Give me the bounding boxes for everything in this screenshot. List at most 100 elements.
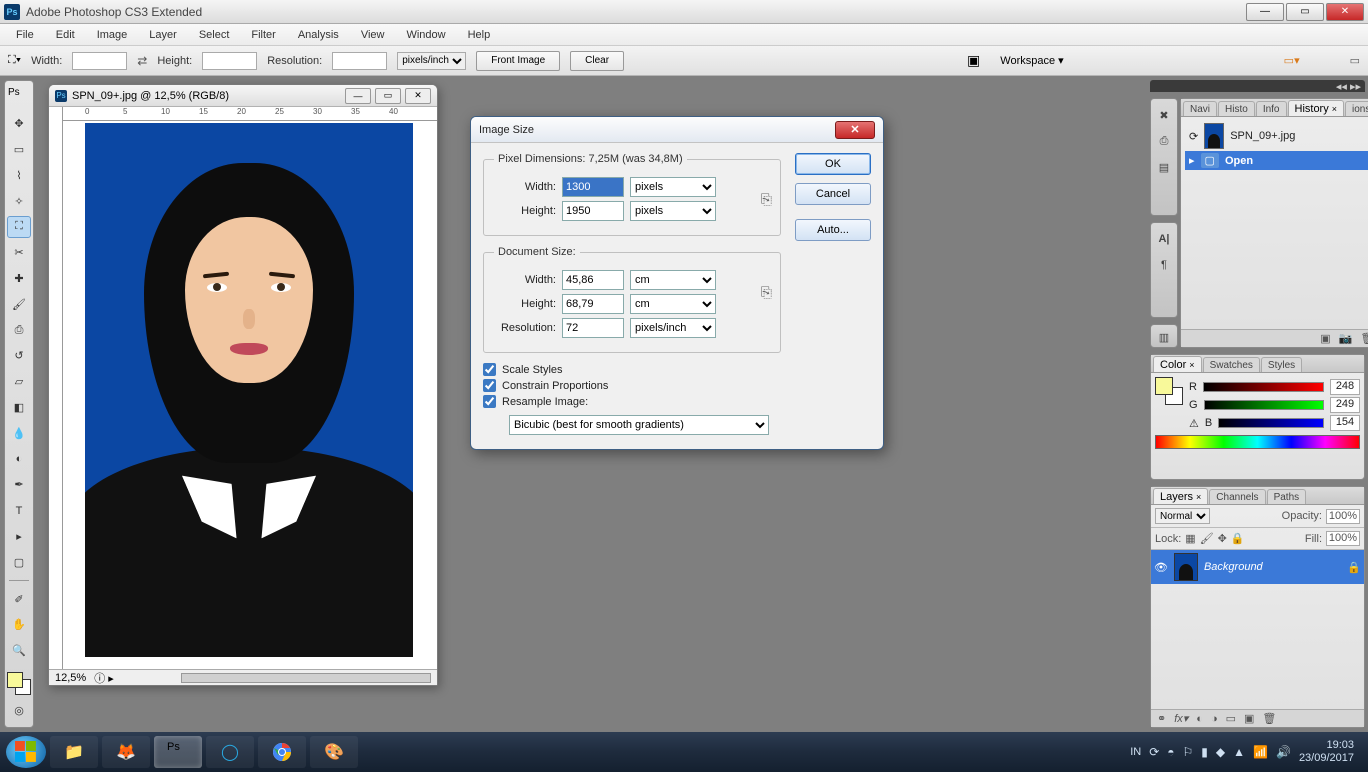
dock-paragraph-icon[interactable]: ¶ bbox=[1154, 255, 1174, 275]
panel-collapse-bar[interactable]: ◂◂ ▸▸ bbox=[1150, 80, 1365, 92]
tab-layers[interactable]: Layers× bbox=[1153, 488, 1208, 504]
swap-dims-icon[interactable] bbox=[137, 54, 147, 68]
opt-height-input[interactable] bbox=[202, 52, 257, 70]
slice-tool[interactable]: ✂ bbox=[7, 242, 31, 264]
front-image-button[interactable]: Front Image bbox=[476, 51, 560, 71]
trash-icon[interactable]: 🗑 bbox=[1360, 332, 1368, 345]
tb-paint[interactable]: 🎨 bbox=[310, 736, 358, 768]
clear-button[interactable]: Clear bbox=[570, 51, 624, 71]
minimize-button[interactable]: — bbox=[1246, 3, 1284, 21]
menu-edit[interactable]: Edit bbox=[46, 27, 85, 43]
tray-shield-icon[interactable]: ◓ bbox=[1167, 745, 1174, 759]
opt-res-unit[interactable]: pixels/inch bbox=[397, 52, 466, 70]
constrain-checkbox[interactable] bbox=[483, 379, 496, 392]
px-width-unit[interactable]: pixels bbox=[630, 177, 716, 197]
menu-view[interactable]: View bbox=[351, 27, 395, 43]
quickmask-icon[interactable]: ◎ bbox=[7, 699, 31, 721]
tb-explorer[interactable]: 📁 bbox=[50, 736, 98, 768]
tray-network-icon[interactable]: 📶 bbox=[1253, 745, 1268, 759]
tab-channels[interactable]: Channels bbox=[1209, 489, 1265, 504]
ruler-horizontal[interactable]: 0 5 10 15 20 25 30 35 40 bbox=[63, 107, 437, 121]
scale-styles-checkbox[interactable] bbox=[483, 363, 496, 376]
new-snapshot-icon[interactable]: ▣ bbox=[1320, 332, 1330, 345]
g-value[interactable]: 249 bbox=[1330, 397, 1360, 413]
link-layers-icon[interactable]: ⚭ bbox=[1157, 712, 1166, 725]
group-icon[interactable]: ▭ bbox=[1226, 712, 1236, 725]
dock-character-icon[interactable]: A| bbox=[1154, 229, 1174, 249]
r-value[interactable]: 248 bbox=[1330, 379, 1360, 395]
px-height-unit[interactable]: pixels bbox=[630, 201, 716, 221]
wand-tool[interactable]: ✧ bbox=[7, 190, 31, 212]
res-unit[interactable]: pixels/inch bbox=[630, 318, 716, 338]
marquee-tool[interactable]: ▭ bbox=[7, 139, 31, 161]
doc-minimize-button[interactable]: — bbox=[345, 88, 371, 104]
lock-all-icon[interactable]: 🔒 bbox=[1231, 532, 1245, 545]
brush-tool[interactable]: 🖌 bbox=[7, 293, 31, 315]
lock-paint-icon[interactable]: 🖌 bbox=[1200, 532, 1214, 545]
menu-image[interactable]: Image bbox=[87, 27, 138, 43]
layer-background[interactable]: 👁 Background 🔒 bbox=[1151, 550, 1364, 584]
tab-styles[interactable]: Styles bbox=[1261, 357, 1302, 372]
eraser-tool[interactable]: ▱ bbox=[7, 371, 31, 393]
shape-tool[interactable]: ▢ bbox=[7, 551, 31, 573]
canvas[interactable] bbox=[85, 123, 413, 657]
color-swatch[interactable] bbox=[7, 672, 31, 696]
tab-info[interactable]: Info bbox=[1256, 101, 1287, 116]
menu-select[interactable]: Select bbox=[189, 27, 240, 43]
tab-color[interactable]: Color× bbox=[1153, 356, 1202, 372]
path-select-tool[interactable]: ▸ bbox=[7, 526, 31, 548]
bridge-icon[interactable]: ▣ bbox=[967, 52, 980, 69]
document-titlebar[interactable]: Ps SPN_09+.jpg @ 12,5% (RGB/8) — ▭ ✕ bbox=[49, 85, 437, 107]
res-input[interactable] bbox=[562, 318, 624, 338]
ruler-vertical[interactable] bbox=[49, 107, 63, 669]
opt-res-input[interactable] bbox=[332, 52, 387, 70]
px-width-input[interactable] bbox=[562, 177, 624, 197]
dock-tool-presets-icon[interactable]: ▤ bbox=[1154, 157, 1174, 177]
px-height-input[interactable] bbox=[562, 201, 624, 221]
g-slider[interactable] bbox=[1204, 400, 1324, 410]
heal-tool[interactable]: ✚ bbox=[7, 268, 31, 290]
fx-icon[interactable]: fx▾ bbox=[1174, 712, 1188, 725]
zoom-tool[interactable]: 🔍 bbox=[7, 640, 31, 662]
tab-history[interactable]: History× bbox=[1288, 100, 1345, 116]
close-button[interactable]: ✕ bbox=[1326, 3, 1364, 21]
new-doc-icon[interactable]: 📷 bbox=[1339, 332, 1353, 345]
tb-firefox[interactable]: 🦊 bbox=[102, 736, 150, 768]
mask-icon[interactable]: ◐ bbox=[1196, 713, 1203, 725]
fill-value[interactable]: 100% bbox=[1326, 531, 1360, 546]
dialog-titlebar[interactable]: Image Size ✕ bbox=[471, 117, 883, 143]
dock-clone-icon[interactable]: ⎙ bbox=[1154, 131, 1174, 151]
clock[interactable]: 19:03 23/09/2017 bbox=[1299, 739, 1354, 764]
tb-photoshop[interactable]: Ps bbox=[154, 736, 202, 768]
lasso-tool[interactable]: ⌇ bbox=[7, 164, 31, 186]
menu-file[interactable]: File bbox=[6, 27, 44, 43]
tab-navigator[interactable]: Navi bbox=[1183, 101, 1217, 116]
tray-sync-icon[interactable]: ⟳ bbox=[1149, 745, 1159, 759]
move-tool[interactable]: ✥ bbox=[7, 113, 31, 135]
auto-button[interactable]: Auto... bbox=[795, 219, 871, 241]
crop-tool[interactable]: ⛶ bbox=[7, 216, 31, 238]
dock-layercomp-icon[interactable]: ▥ bbox=[1154, 331, 1174, 344]
gradient-tool[interactable]: ◧ bbox=[7, 397, 31, 419]
blend-mode-select[interactable]: Normal bbox=[1155, 508, 1210, 524]
doc-maximize-button[interactable]: ▭ bbox=[375, 88, 401, 104]
color-swatch-panel[interactable] bbox=[1155, 377, 1183, 405]
doc-width-input[interactable] bbox=[562, 270, 624, 290]
tab-paths[interactable]: Paths bbox=[1267, 489, 1307, 504]
ok-button[interactable]: OK bbox=[795, 153, 871, 175]
history-step-open[interactable]: ▸ ▢ Open bbox=[1185, 151, 1368, 170]
tray-nvidia-icon[interactable]: ◆ bbox=[1216, 745, 1225, 759]
workspace-menu[interactable]: Workspace ▾ bbox=[990, 54, 1073, 67]
horizontal-scrollbar[interactable] bbox=[181, 673, 431, 683]
screen-mode-icon[interactable]: ▭▾ bbox=[1284, 54, 1300, 67]
type-tool[interactable]: T bbox=[7, 500, 31, 522]
menu-layer[interactable]: Layer bbox=[139, 27, 187, 43]
lock-trans-icon[interactable]: ▦ bbox=[1185, 532, 1195, 545]
resample-mode-select[interactable]: Bicubic (best for smooth gradients) bbox=[509, 415, 769, 435]
tab-swatches[interactable]: Swatches bbox=[1203, 357, 1260, 372]
doc-height-input[interactable] bbox=[562, 294, 624, 314]
cancel-button[interactable]: Cancel bbox=[795, 183, 871, 205]
doc-height-unit[interactable]: cm bbox=[630, 294, 716, 314]
menu-window[interactable]: Window bbox=[396, 27, 455, 43]
dodge-tool[interactable]: ◐ bbox=[7, 448, 31, 470]
